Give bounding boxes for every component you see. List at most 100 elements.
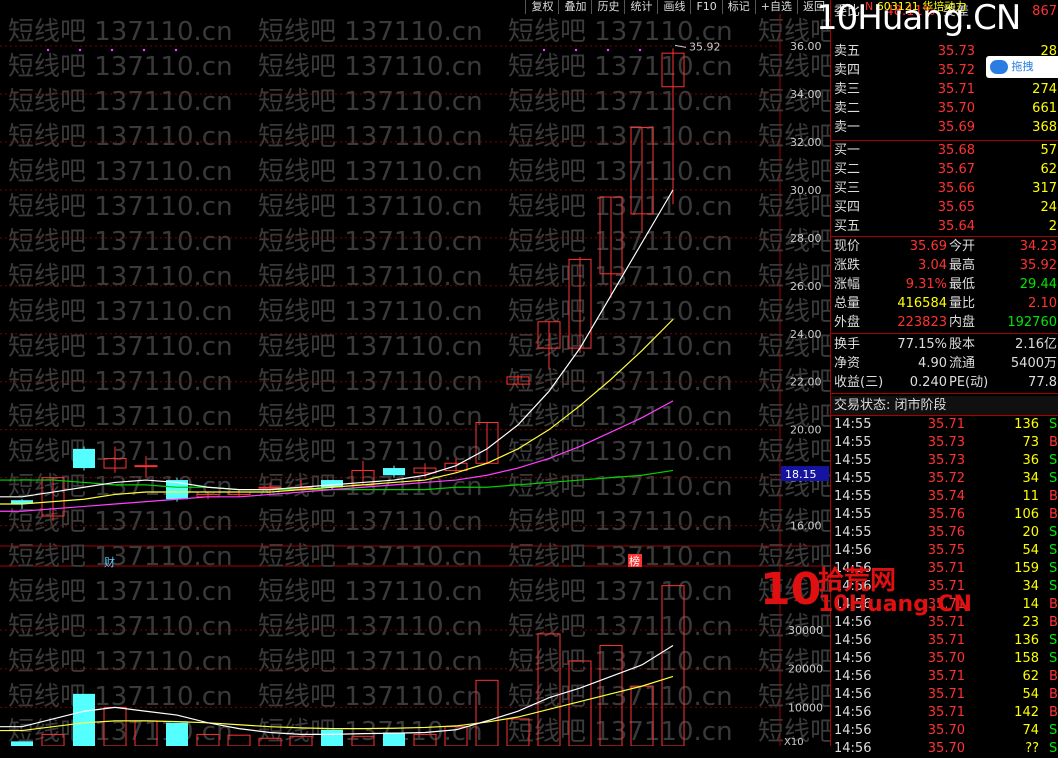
ask-price: 35.69 [937,120,975,135]
watermark-text: 短线吧 137110.cn [8,332,233,362]
toolbar-button-1[interactable]: 叠加 [558,0,591,14]
toolbar-button-6[interactable]: 标记 [721,0,755,14]
trade-direction: B [1049,489,1058,504]
quote-row: 总量 416584 量比 2.10 [831,294,1058,313]
logo-en-text: 10Huang.CN [818,592,972,617]
ask-volume: 661 [1032,101,1057,116]
trade-row: 14:55 35.76 106 B [831,506,1058,524]
watermark-text: 短线吧 137110.cn [8,17,233,47]
trade-direction: B [1049,435,1058,450]
trade-time: 14:56 [834,669,872,684]
quote-label: 涨跌 [834,258,861,273]
trade-direction: B [1049,597,1058,612]
quote-label: 现价 [834,239,861,254]
ask-row: 卖一 35.69 368 [831,118,1058,137]
ask-price: 35.71 [937,82,975,97]
toolbar-button-3[interactable]: 统计 [624,0,657,14]
toolbar-button-4[interactable]: 画线 [657,0,690,14]
watermark-text: 短线吧 137110.cn [508,507,733,537]
event-dot [110,48,114,52]
watermark-text: 短线吧 137110.cn [258,17,483,47]
bid-price: 35.66 [937,181,975,196]
trade-direction: S [1049,525,1058,540]
kline-chart-area[interactable]: 短线吧 137110.cn 短线吧 137110.cn 短线吧 137110.cn 短… [0,0,830,746]
trade-direction: B [1049,705,1058,720]
fundamental-label: 流通 [949,356,976,371]
quote-row: 现价 35.69 今开 34.23 [831,237,1058,256]
watermark-text: 短线吧 137110.cn [258,332,483,362]
trade-time: 14:55 [834,489,872,504]
ask-label: 卖五 [834,44,861,59]
trade-row: 14:55 35.71 136 S [831,416,1058,434]
watermark-text: 短线吧 137110.cn [758,52,830,82]
quote-row: 涨幅 9.31% 最低 29.44 [831,275,1058,294]
watermark-text: 短线吧 137110.cn [8,577,233,607]
watermark-text: 短线吧 137110.cn [258,262,483,292]
trade-volume: 106 [1014,507,1039,522]
ask-row: 卖三 35.71 274 [831,80,1058,99]
logo-number: 10 [760,564,822,615]
cloud-icon [990,60,1008,74]
quote-label: 今开 [949,239,976,254]
watermark-text: 短线吧 137110.cn [508,262,733,292]
watermark-text: 短线吧 137110.cn [258,122,483,152]
price-tick-label: 30.00 [790,184,822,197]
quote-label: 量比 [949,296,976,311]
trade-volume: 34 [1022,471,1039,486]
watermark-text: 短线吧 137110.cn [258,402,483,432]
quote-value: 3.04 [918,258,947,273]
watermark-text: 短线吧 137110.cn [258,157,483,187]
trade-row: 14:55 35.72 34 S [831,470,1058,488]
watermark-text: 短线吧 137110.cn [758,437,830,467]
event-dot [606,48,610,52]
trade-time: 14:56 [834,741,872,756]
trade-volume: 54 [1022,543,1039,558]
quote-label: 外盘 [834,315,861,330]
trade-price: 35.71 [927,417,965,432]
fundamental-row: 收益(三) 0.240 PE(动) 77.8 [831,373,1058,392]
volume-bar [166,722,188,746]
trade-volume: 159 [1014,561,1039,576]
toolbar-button-5[interactable]: F10 [690,0,721,14]
event-dot [78,48,82,52]
finance-marker: 财 [104,555,115,569]
volume-bar [321,729,343,746]
toolbar-button-0[interactable]: 复权 [525,0,558,14]
volume-unit-label: X10 [784,737,804,746]
trade-direction: S [1049,741,1058,756]
bid-volume: 317 [1032,181,1057,196]
trade-price: 35.76 [927,525,965,540]
quote-value: 416584 [897,296,947,311]
trade-volume: 34 [1022,579,1039,594]
watermark-text: 短线吧 137110.cn [258,192,483,222]
toolbar-button-2[interactable]: 历史 [591,0,624,14]
bid-volume: 24 [1040,200,1057,215]
trade-price: 35.73 [927,453,965,468]
trade-time: 14:55 [834,453,872,468]
watermark-text: 短线吧 137110.cn [258,577,483,607]
trading-status: 交易状态: 闭市阶段 [831,396,1058,415]
chart-toolbar: 复权 叠加 历史 统计 画线 F10 标记 +自选 返回 [525,0,830,14]
watermark-text: 短线吧 137110.cn [508,577,733,607]
volume-tick-label: 20000 [788,663,823,676]
fundamental-label: 净资 [834,356,861,371]
watermark-text: 短线吧 137110.cn [8,122,233,152]
fundamental-label: 收益(三) [834,375,884,390]
ask-label: 卖四 [834,63,861,78]
kline-chart[interactable]: 短线吧 137110.cn 短线吧 137110.cn 短线吧 137110.cn 短… [0,0,830,746]
drag-button[interactable]: 拖拽 [986,56,1058,78]
watermark-text: 短线吧 137110.cn [508,192,733,222]
bid-volume: 62 [1040,162,1057,177]
trade-price: 35.71 [927,633,965,648]
candle-body [73,448,95,469]
quote-value: 192760 [1007,315,1057,330]
trade-time: 14:55 [834,435,872,450]
toolbar-button-7[interactable]: +自选 [754,0,797,14]
trade-price: 35.72 [927,471,965,486]
trade-row: 14:55 35.76 20 S [831,524,1058,542]
trade-price: 35.71 [927,687,965,702]
fundamental-value: 77.8 [1028,375,1057,390]
trade-row: 14:55 35.73 73 B [831,434,1058,452]
trade-price: 35.70 [927,741,965,756]
watermark-text: 短线吧 137110.cn [508,717,733,746]
